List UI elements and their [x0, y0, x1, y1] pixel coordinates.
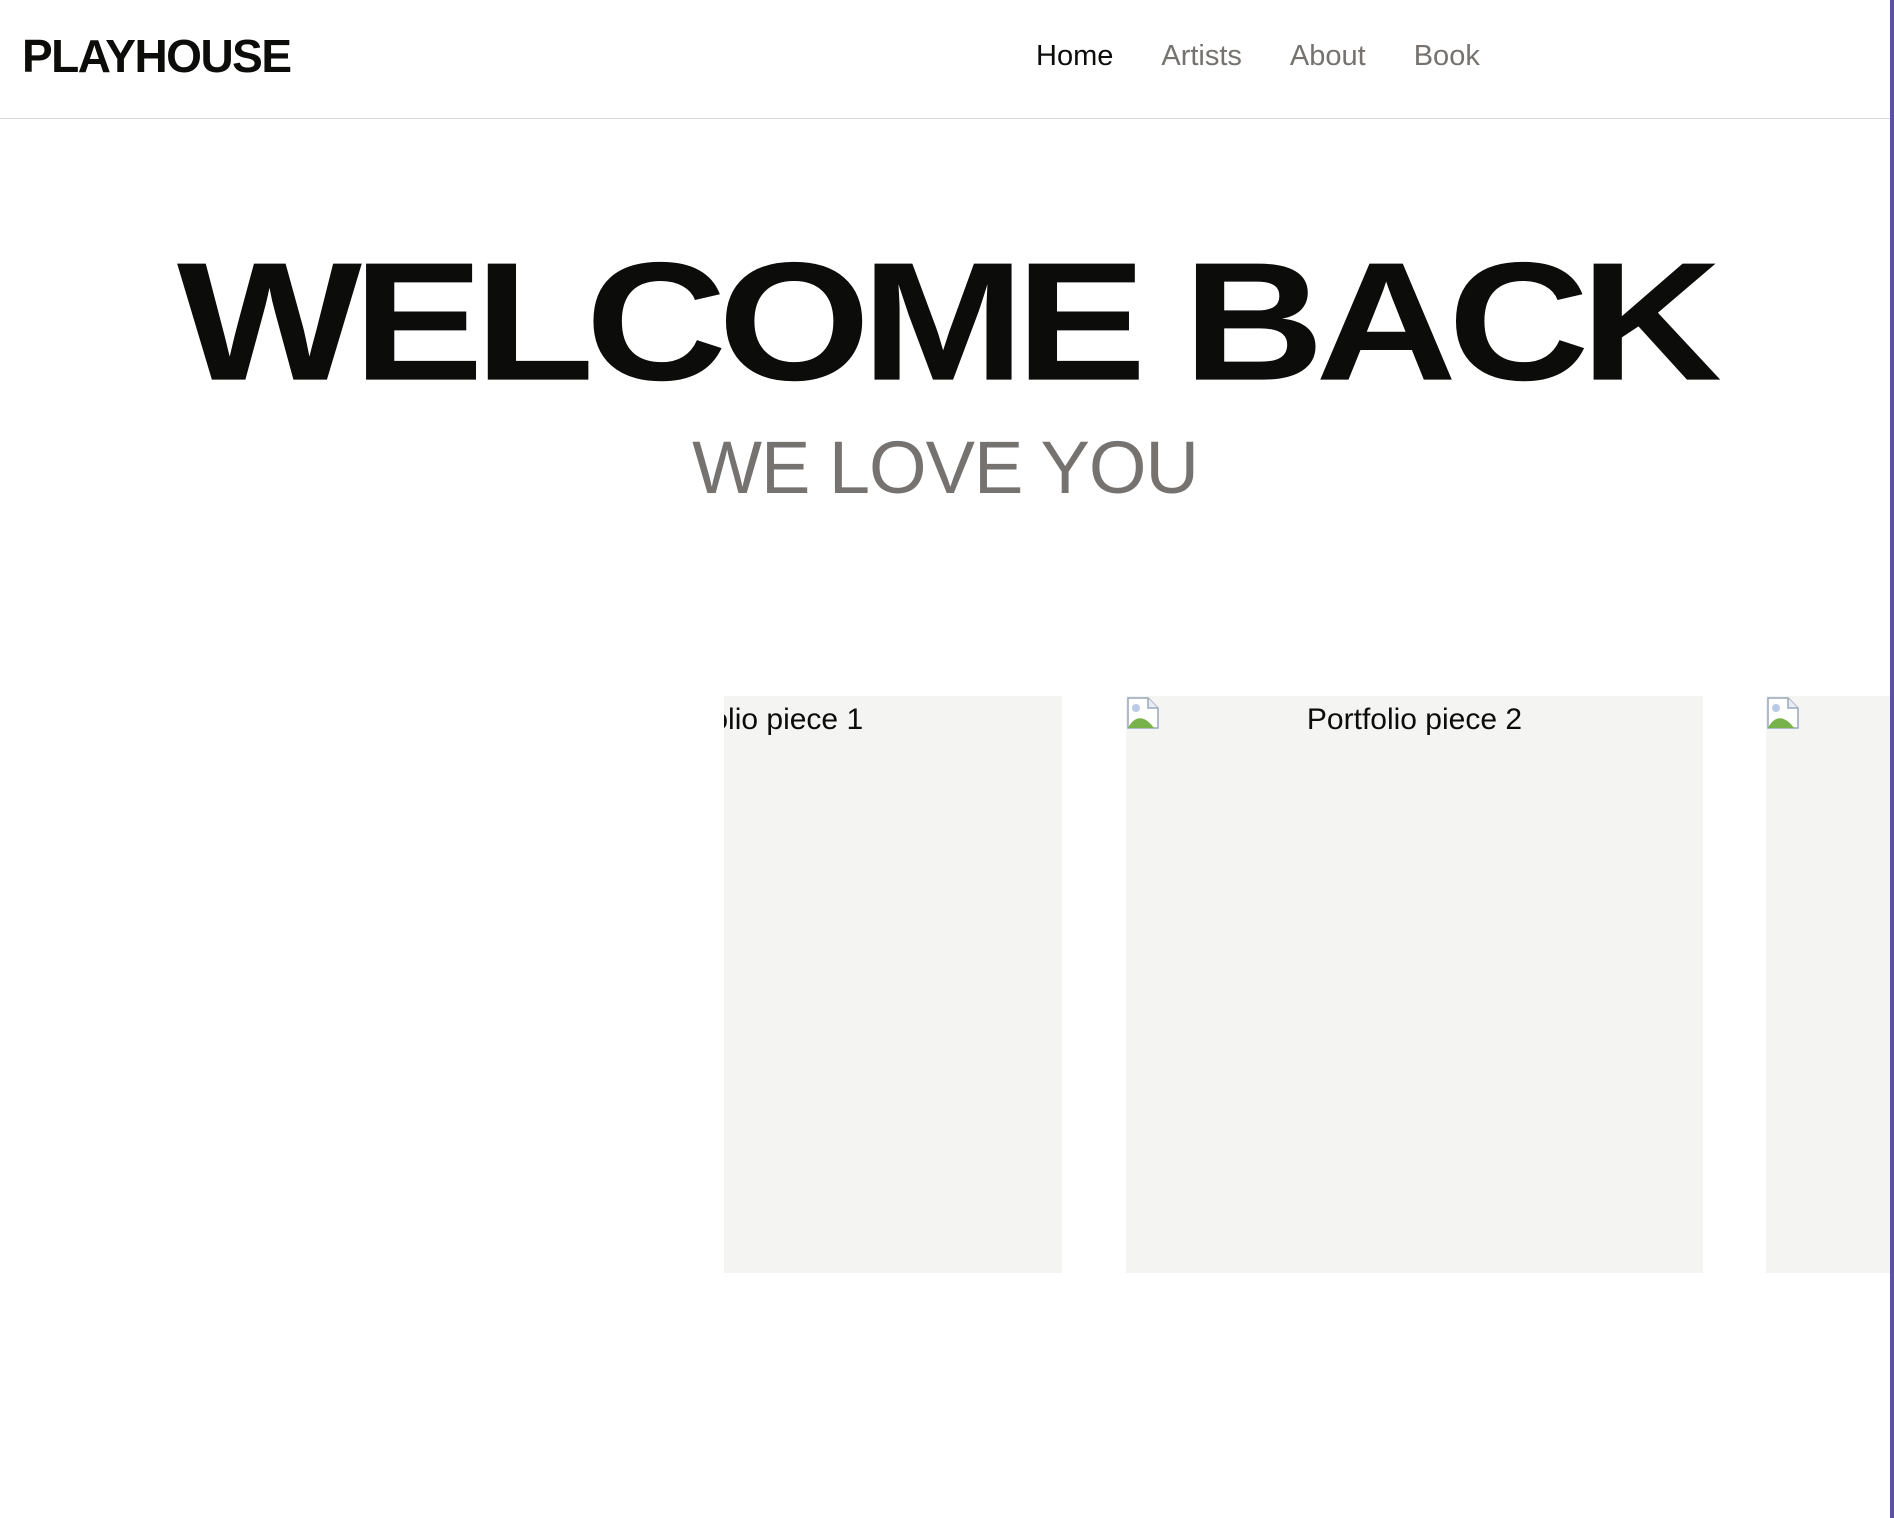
hero-subtitle: WE LOVE YOU — [692, 426, 1199, 509]
portfolio-card[interactable]: Portfolio piece 1 — [724, 696, 1062, 1273]
nav-about-link[interactable]: About — [1290, 38, 1366, 74]
portfolio-card[interactable] — [1766, 696, 1890, 1273]
site-header: PLAYHOUSE Home Artists About Book — [0, 0, 1890, 119]
nav-book-link[interactable]: Book — [1414, 38, 1480, 74]
window-edge-strip — [1890, 0, 1894, 1518]
page: PLAYHOUSE Home Artists About Book WELCOM… — [0, 0, 1894, 1518]
hero-title: WELCOME BACK — [176, 227, 1722, 416]
nav-artists-link[interactable]: Artists — [1161, 38, 1242, 74]
portfolio-gallery: Portfolio piece 1 Portfolio piece 2 — [0, 696, 1890, 1273]
portfolio-card[interactable]: Portfolio piece 2 — [1126, 696, 1703, 1273]
broken-image-icon — [1766, 696, 1800, 730]
nav-home-link[interactable]: Home — [1036, 38, 1113, 74]
portfolio-image-alt-text: Portfolio piece 1 — [724, 703, 864, 736]
portfolio-image-alt-text: Portfolio piece 2 — [1306, 703, 1523, 736]
brand-logo[interactable]: PLAYHOUSE — [22, 30, 292, 82]
main-nav: Home Artists About Book — [1036, 38, 1480, 74]
